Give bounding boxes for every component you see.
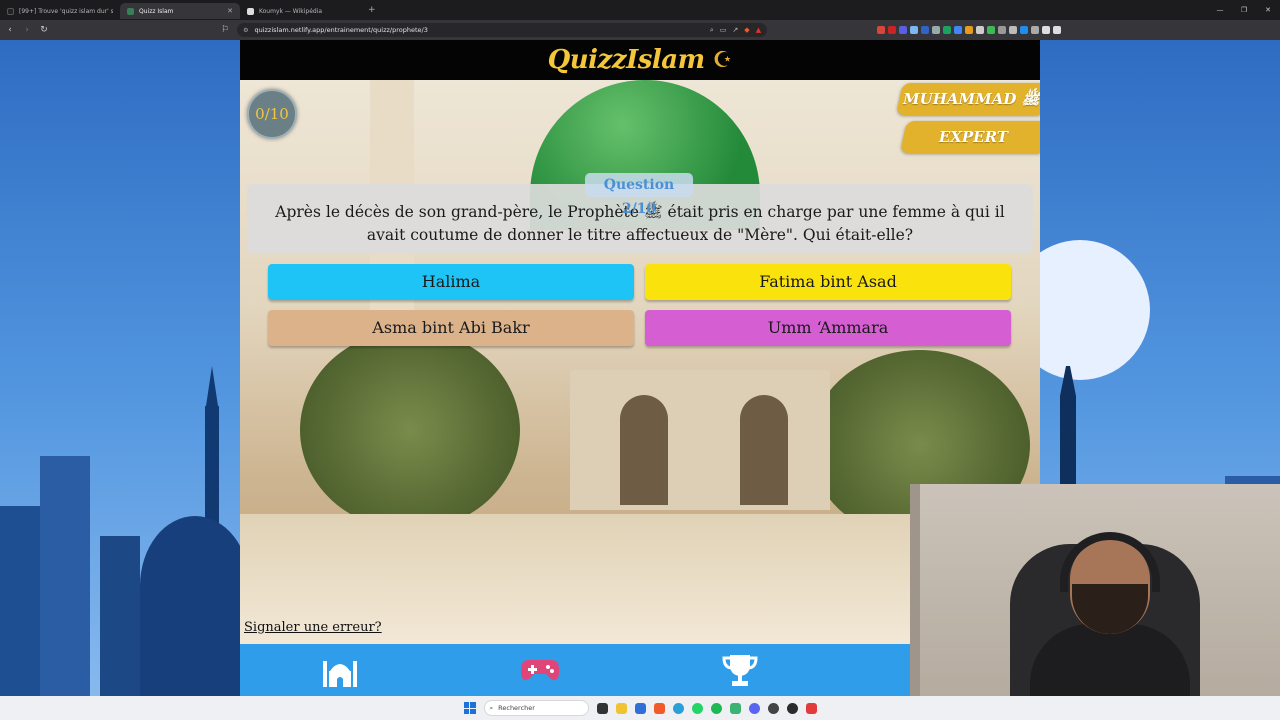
city-silhouette-left bbox=[0, 366, 240, 696]
brave-browser-icon[interactable] bbox=[653, 702, 665, 714]
nav-home[interactable] bbox=[240, 644, 440, 696]
obs-icon[interactable] bbox=[786, 702, 798, 714]
screen-icon[interactable]: ▭ bbox=[720, 26, 727, 35]
answer-button-asma-bint-abi-bakr[interactable]: Asma bint Abi Bakr bbox=[268, 310, 634, 346]
extension-icon[interactable] bbox=[1020, 26, 1029, 34]
mosque-arch bbox=[620, 395, 668, 505]
crescent-lantern-icon: ☪ bbox=[712, 47, 733, 73]
extension-icon[interactable] bbox=[965, 26, 974, 34]
menu-icon[interactable] bbox=[1053, 26, 1062, 34]
whatsapp-icon[interactable] bbox=[691, 702, 703, 714]
question-counter: Question 2/10 bbox=[585, 173, 693, 217]
browser-tab-bar: [99+] Trouve 'quizz islam dur' sur Tik..… bbox=[0, 0, 1280, 20]
extension-icon[interactable] bbox=[888, 26, 897, 34]
tiktok-favicon-icon bbox=[7, 7, 14, 15]
windows-start-icon[interactable] bbox=[463, 702, 476, 714]
discord-icon[interactable] bbox=[748, 702, 760, 714]
new-tab-icon[interactable]: + bbox=[368, 5, 376, 15]
answer-button-halima[interactable]: Halima bbox=[268, 264, 634, 300]
address-bar[interactable]: ⚙ quizzislam.netlify.app/entrainement/qu… bbox=[237, 23, 768, 37]
answer-button-fatima-bint-asad[interactable]: Fatima bint Asad bbox=[645, 264, 1011, 300]
nav-trophy[interactable] bbox=[640, 644, 840, 696]
telegram-icon[interactable] bbox=[672, 702, 684, 714]
extension-icon[interactable] bbox=[976, 26, 985, 34]
folder-icon[interactable] bbox=[634, 702, 646, 714]
close-tab-icon[interactable]: ✕ bbox=[227, 7, 233, 15]
extension-icon[interactable] bbox=[910, 26, 919, 34]
site-info-icon[interactable]: ⚙ bbox=[243, 27, 248, 34]
app-header: QuizzIslam ☪ bbox=[240, 40, 1040, 80]
app-bolt-icon[interactable] bbox=[805, 702, 817, 714]
extension-icon[interactable] bbox=[1031, 26, 1040, 34]
windows-taskbar: ⌕ Rechercher bbox=[0, 696, 1280, 720]
score-badge: 0/10 bbox=[247, 89, 297, 139]
extension-icon[interactable] bbox=[954, 26, 963, 34]
task-view-icon[interactable] bbox=[596, 702, 608, 714]
level-label: EXPERT bbox=[938, 128, 1008, 146]
file-explorer-icon[interactable] bbox=[615, 702, 627, 714]
davinci-icon[interactable] bbox=[767, 702, 779, 714]
share-icon[interactable]: ↗ bbox=[732, 26, 738, 35]
extension-icon[interactable] bbox=[998, 26, 1007, 34]
spotify-icon[interactable] bbox=[710, 702, 722, 714]
app-logo[interactable]: QuizzIslam bbox=[548, 45, 706, 75]
close-window-icon[interactable]: ✕ bbox=[1256, 0, 1280, 20]
forward-arrow-icon[interactable]: › bbox=[20, 25, 34, 35]
minimize-icon[interactable]: — bbox=[1208, 0, 1232, 20]
taskbar-search[interactable]: ⌕ Rechercher bbox=[483, 700, 589, 716]
extension-icon[interactable] bbox=[877, 26, 886, 34]
extension-icon[interactable] bbox=[1009, 26, 1018, 34]
mosque-arch bbox=[740, 395, 788, 505]
extension-icon[interactable] bbox=[899, 26, 908, 34]
gamepad-icon bbox=[520, 660, 560, 681]
trophy-icon bbox=[722, 655, 758, 686]
tree bbox=[300, 330, 520, 530]
browser-nav-bar: ‹ › ↻ ⚐ ⚙ quizzislam.netlify.app/entrain… bbox=[0, 20, 1280, 40]
answer-button-umm-ammara[interactable]: Umm ‘Ammara bbox=[645, 310, 1011, 346]
bookmark-icon[interactable]: ⚐ bbox=[221, 25, 229, 35]
level-ribbon: EXPERT bbox=[900, 121, 1040, 153]
sidebar-toggle-icon[interactable] bbox=[1042, 26, 1051, 34]
address-bar-tools: ⌕ ▭ ↗ ◆ ▲ bbox=[710, 26, 761, 35]
extensions-toolbar bbox=[877, 26, 1062, 34]
room-door-frame bbox=[910, 484, 920, 696]
mosque-icon bbox=[323, 661, 357, 687]
extension-icon[interactable] bbox=[943, 26, 952, 34]
extension-icon[interactable] bbox=[987, 26, 996, 34]
search-icon: ⌕ bbox=[489, 703, 494, 712]
restore-icon[interactable]: ❐ bbox=[1232, 0, 1256, 20]
brave-shield-icon[interactable]: ◆ bbox=[744, 26, 749, 35]
app-icon[interactable] bbox=[729, 702, 741, 714]
taskbar-search-placeholder: Rechercher bbox=[498, 704, 535, 712]
browser-tab-quizz-islam[interactable]: Quizz Islam ✕ bbox=[120, 3, 240, 19]
extension-icon[interactable] bbox=[932, 26, 941, 34]
wikipedia-favicon-icon bbox=[247, 7, 254, 15]
zoom-icon[interactable]: ⌕ bbox=[710, 26, 714, 35]
browser-tab-wikipedia[interactable]: Koumyk — Wikipédia bbox=[240, 3, 360, 19]
tab-label: Quizz Islam bbox=[139, 7, 174, 15]
address-bar-url: quizzislam.netlify.app/entrainement/quiz… bbox=[254, 26, 428, 34]
category-ribbon: MUHAMMAD ﷺ bbox=[896, 83, 1040, 115]
browser-tab-tiktok[interactable]: [99+] Trouve 'quizz islam dur' sur Tik..… bbox=[0, 3, 120, 19]
extension-icon[interactable] bbox=[921, 26, 930, 34]
nav-games[interactable] bbox=[440, 644, 640, 696]
category-label: MUHAMMAD ﷺ bbox=[903, 90, 1040, 108]
reload-icon[interactable]: ↻ bbox=[37, 25, 51, 35]
webcam-overlay bbox=[910, 484, 1280, 696]
headset bbox=[1060, 532, 1160, 592]
mosque-facade bbox=[570, 370, 830, 510]
quizz-favicon-icon bbox=[127, 7, 134, 15]
rewards-icon[interactable]: ▲ bbox=[756, 26, 761, 35]
report-error-link[interactable]: Signaler une erreur? bbox=[244, 620, 382, 635]
tab-label: [99+] Trouve 'quizz islam dur' sur Tik..… bbox=[19, 7, 113, 15]
window-controls: — ❐ ✕ bbox=[1208, 0, 1280, 20]
tab-label: Koumyk — Wikipédia bbox=[259, 7, 323, 15]
back-arrow-icon[interactable]: ‹ bbox=[3, 25, 17, 35]
